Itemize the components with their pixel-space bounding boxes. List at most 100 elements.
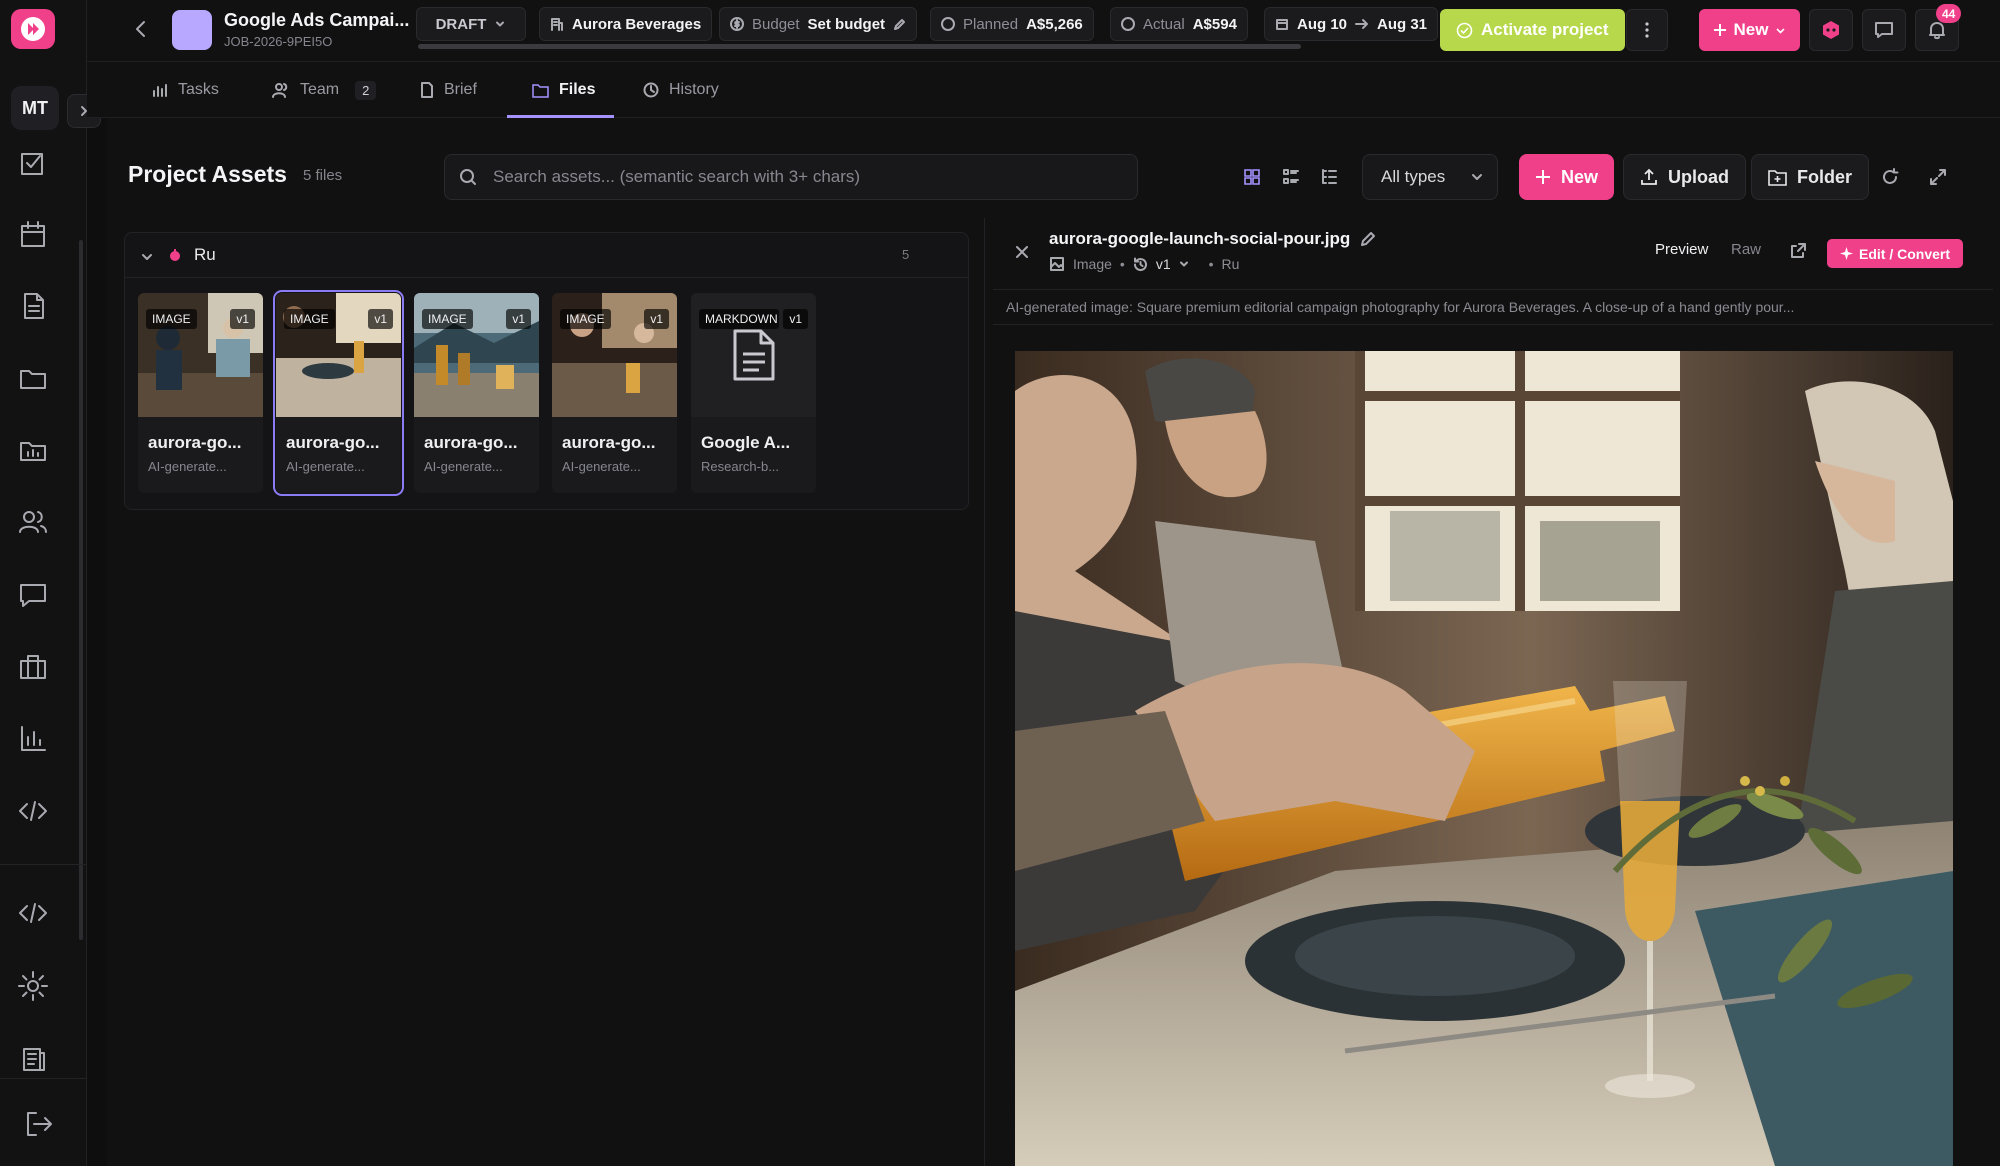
settings-gear-icon[interactable] <box>16 969 50 1003</box>
file-subtitle: AI-generate... <box>424 459 503 474</box>
briefcase-nav-icon[interactable] <box>16 650 50 684</box>
dollar-circle-icon <box>1121 17 1135 31</box>
sparkle-icon <box>1840 247 1853 260</box>
preview-photo <box>1015 351 1953 1166</box>
file-name: aurora-go... <box>286 433 380 452</box>
expand-button[interactable] <box>1921 160 1955 194</box>
folder-nav-icon[interactable] <box>16 361 50 395</box>
tab-files[interactable]: Files <box>532 62 595 118</box>
tab-team[interactable]: Team 2 <box>272 62 377 118</box>
tab-tasks[interactable]: Tasks <box>152 62 219 118</box>
logout-icon[interactable] <box>22 1107 56 1141</box>
user-avatar[interactable]: MT <box>11 86 59 130</box>
budget-label: Budget <box>752 15 800 33</box>
compact-view-button[interactable] <box>1274 160 1308 194</box>
image-icon <box>1050 257 1064 271</box>
file-version-badge: v1 <box>506 309 531 329</box>
tab-label: Brief <box>444 81 477 98</box>
file-subtitle: Research-b... <box>701 459 780 474</box>
app-logo[interactable] <box>11 9 55 49</box>
client-chip[interactable]: Aurora Beverages <box>539 7 713 41</box>
meta-separator: • <box>1208 256 1214 272</box>
new-menu-button[interactable]: New <box>1699 9 1800 51</box>
file-card-selected[interactable]: IMAGE v1 aurora-go... AI-generate... <box>273 290 404 496</box>
expand-icon <box>1930 169 1946 185</box>
budget-chip[interactable]: Budget Set budget <box>719 7 918 41</box>
folder-header[interactable] <box>124 232 969 278</box>
file-subtitle: AI-generate... <box>286 459 365 474</box>
tree-view-button[interactable] <box>1312 160 1346 194</box>
file-card[interactable]: IMAGE v1 aurora-go... AI-generate... <box>552 293 677 493</box>
file-card[interactable]: IMAGE v1 aurora-go... AI-generate... <box>138 293 263 493</box>
edit-convert-button[interactable]: Edit / Convert <box>1827 239 1964 268</box>
date-range-chip[interactable]: Aug 10 Aug 31 <box>1264 7 1439 41</box>
file-subtitle: AI-generate... <box>148 459 227 474</box>
file-version-badge: v1 <box>230 309 255 329</box>
ai-assistant-button[interactable] <box>1809 9 1853 51</box>
document-icon <box>421 82 433 98</box>
refresh-button[interactable] <box>1873 160 1907 194</box>
file-name: aurora-go... <box>148 433 242 452</box>
reports-nav-icon[interactable] <box>16 1041 50 1075</box>
raw-mode-tab[interactable]: Raw <box>1731 241 1761 258</box>
analytics-nav-icon[interactable] <box>16 722 50 756</box>
folder-name: Ru <box>194 245 216 264</box>
type-filter-select[interactable]: All types <box>1362 154 1498 200</box>
file-card[interactable]: MARKDOWN v1 Google A... Research-b... <box>691 293 816 493</box>
activate-project-button[interactable]: Activate project <box>1440 9 1625 51</box>
chat-nav-icon[interactable] <box>16 578 50 612</box>
users-icon <box>272 83 288 98</box>
calendar-icon <box>1276 19 1288 30</box>
preview-version[interactable]: v1 <box>1156 256 1171 272</box>
grid-view-button[interactable] <box>1235 160 1269 194</box>
code-alt-nav-icon[interactable] <box>16 896 50 930</box>
rename-pencil-icon[interactable] <box>1360 231 1376 247</box>
tab-label: Team <box>300 81 340 98</box>
folder-chart-nav-icon[interactable] <box>16 433 50 467</box>
sidebar-scrollbar[interactable] <box>79 240 83 940</box>
panel-divider[interactable] <box>984 218 985 1166</box>
actual-value: A$594 <box>1192 15 1237 33</box>
close-preview-icon[interactable] <box>1014 244 1030 260</box>
chevron-down-icon <box>1776 27 1786 34</box>
tab-history[interactable]: History <box>643 62 719 118</box>
file-count: 5 files <box>303 167 343 184</box>
more-menu-button[interactable] <box>1626 9 1668 51</box>
dollar-circle-icon <box>730 17 744 31</box>
planned-label: Planned <box>963 15 1019 33</box>
chevron-down-icon <box>1472 174 1482 180</box>
file-name: aurora-go... <box>424 433 518 452</box>
chevron-down-icon[interactable] <box>1179 259 1189 269</box>
team-count-badge: 2 <box>355 80 377 100</box>
upload-button[interactable]: Upload <box>1623 154 1746 200</box>
document-nav-icon[interactable] <box>16 289 50 323</box>
tab-brief[interactable]: Brief <box>420 62 477 118</box>
refresh-icon <box>1883 168 1899 184</box>
planned-chip: Planned A$5,266 <box>930 7 1094 41</box>
calendar-nav-icon[interactable] <box>16 217 50 251</box>
search-icon <box>459 168 477 186</box>
tasks-nav-icon[interactable] <box>16 146 50 180</box>
code-nav-icon[interactable] <box>16 794 50 828</box>
tab-label: History <box>669 81 719 98</box>
date-start: Aug 10 <box>1297 15 1348 33</box>
file-card[interactable]: IMAGE v1 aurora-go... AI-generate... <box>414 293 539 493</box>
page-title: Project Assets <box>128 161 287 187</box>
header-scrollbar[interactable] <box>418 44 1301 49</box>
chevron-down-icon[interactable] <box>140 250 154 264</box>
chat-icon <box>1875 22 1893 38</box>
preview-mode-tab[interactable]: Preview <box>1655 241 1708 258</box>
back-chevron-icon[interactable] <box>131 18 151 40</box>
folder-label: Folder <box>1797 166 1853 187</box>
users-nav-icon[interactable] <box>16 505 50 539</box>
status-dropdown[interactable]: DRAFT <box>416 7 526 41</box>
new-folder-button[interactable]: Folder <box>1751 154 1870 200</box>
new-asset-button[interactable]: New <box>1519 154 1615 200</box>
messages-button[interactable] <box>1862 9 1906 51</box>
tab-label: Tasks <box>178 81 219 98</box>
rail-divider-bottom <box>0 1078 87 1079</box>
check-circle-icon <box>1456 22 1473 38</box>
bar-chart-icon <box>153 84 167 97</box>
open-external-icon[interactable] <box>1790 242 1807 259</box>
project-title[interactable]: Google Ads Campai... <box>224 10 409 31</box>
